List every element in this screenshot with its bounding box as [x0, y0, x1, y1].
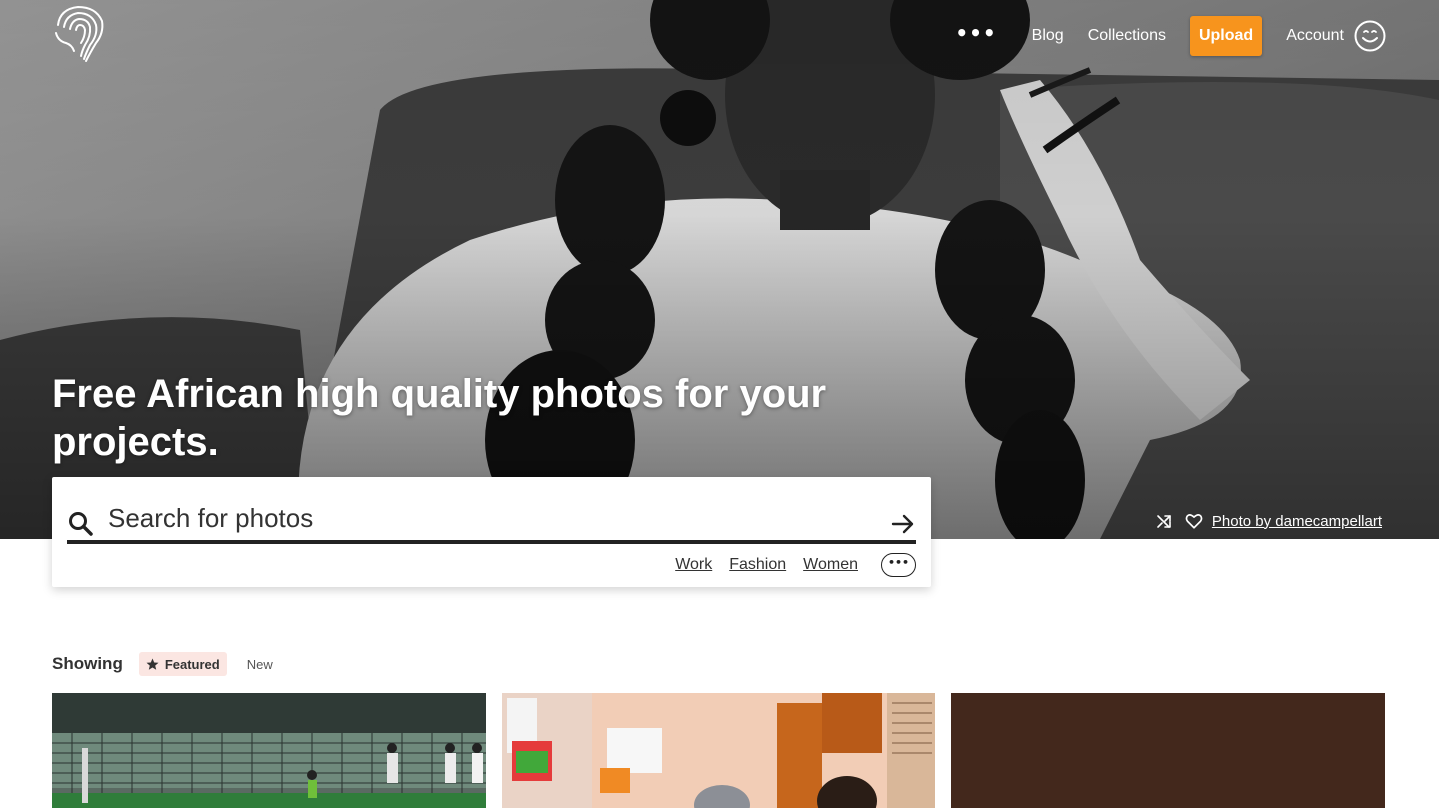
photo-thumbnail — [52, 693, 486, 808]
smiley-icon — [1354, 20, 1386, 52]
tag-link[interactable]: Work — [675, 556, 712, 574]
shuffle-icon[interactable] — [1156, 513, 1172, 529]
filter-featured-label: Featured — [164, 656, 220, 672]
filter-featured-button[interactable]: Featured — [138, 652, 227, 676]
top-nav: ••• Blog Collections Upload Account — [955, 16, 1386, 56]
filter-new-button[interactable]: New — [247, 657, 273, 672]
arrow-right-icon[interactable] — [890, 511, 916, 537]
photo-card[interactable] — [951, 693, 1385, 808]
photo-credit-link[interactable]: Photo by damecampellart — [1212, 513, 1382, 530]
photo-thumbnail — [502, 693, 935, 808]
photo-card[interactable] — [52, 693, 486, 808]
suggested-tags: Work Fashion Women ••• — [658, 553, 916, 577]
search-input[interactable] — [108, 498, 890, 539]
more-tags-button[interactable]: ••• — [881, 553, 916, 577]
hero-title: Free African high quality photos for you… — [52, 372, 827, 464]
search-card: Work Fashion Women ••• — [52, 477, 931, 587]
nav-collections-link[interactable]: Collections — [1088, 27, 1166, 45]
photo-card[interactable] — [502, 693, 935, 808]
photo-thumbnail — [951, 693, 1385, 808]
star-icon — [146, 658, 159, 670]
feed-filter: Showing Featured New — [52, 652, 273, 676]
photo-credit: Photo by damecampellart — [1156, 512, 1382, 530]
tag-link[interactable]: Fashion — [729, 556, 786, 574]
more-menu-icon[interactable]: ••• — [955, 23, 996, 49]
search-icon — [69, 511, 93, 536]
upload-button[interactable]: Upload — [1189, 16, 1263, 56]
search-bar — [67, 497, 916, 544]
tag-link[interactable]: Women — [803, 556, 858, 574]
showing-label: Showing — [52, 654, 123, 673]
account-label: Account — [1286, 27, 1344, 44]
nav-blog-link[interactable]: Blog — [1032, 27, 1064, 45]
account-menu[interactable]: Account — [1286, 20, 1386, 52]
heart-icon[interactable] — [1185, 512, 1203, 530]
fingerprint-africa-logo[interactable] — [52, 3, 106, 63]
